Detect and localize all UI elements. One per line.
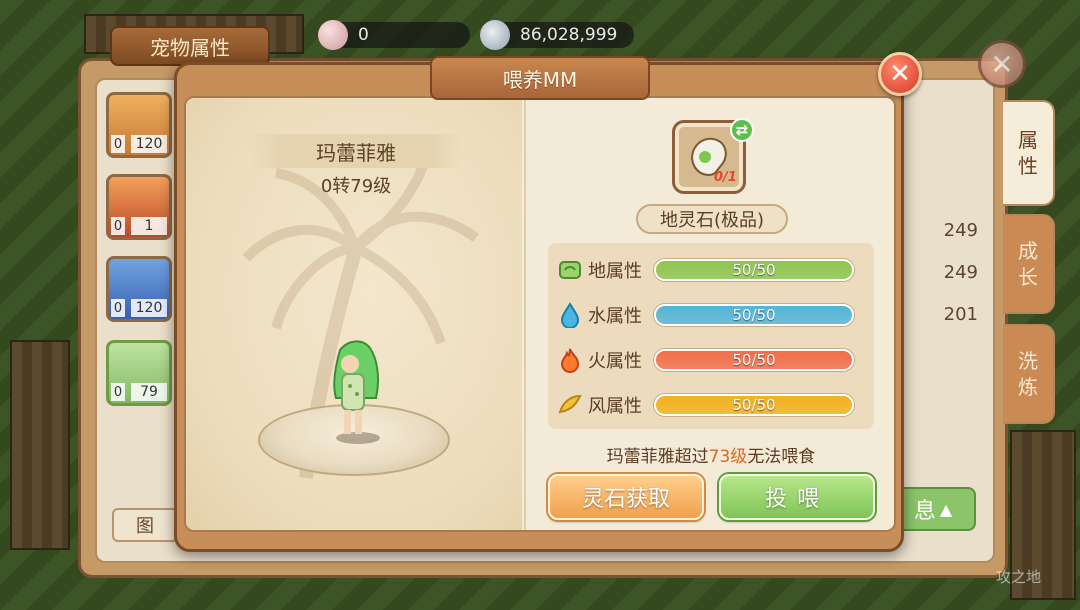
pet-slot-level: 79: [131, 383, 167, 401]
silver-amount: 86,028,999: [520, 25, 618, 45]
feed-level-warning: 玛蕾菲雅超过73级无法喂食: [548, 442, 874, 467]
tab-refine[interactable]: 洗 炼: [1003, 324, 1055, 424]
tab-attributes[interactable]: 属 性: [1003, 100, 1055, 206]
wind-icon: [556, 391, 584, 419]
attribute-row-wind: 风属性 50/50: [556, 387, 868, 423]
panel-close-button[interactable]: ✕: [978, 40, 1026, 88]
close-icon: ✕: [889, 59, 911, 89]
attribute-bar: 50/50: [654, 304, 854, 326]
wall-left: [10, 340, 70, 550]
warning-level: 73级: [708, 447, 748, 467]
tab-attributes-label: 属 性: [1018, 128, 1038, 178]
pet-slot-level: 120: [131, 299, 167, 317]
silver-coin-icon: [480, 20, 510, 50]
pearl-currency: 0: [318, 20, 470, 50]
triangle-up-icon: ▲: [939, 499, 953, 519]
pet-slot-level: 120: [131, 135, 167, 153]
dialog-close-button[interactable]: ✕: [878, 52, 922, 96]
attribute-label: 地属性: [588, 261, 642, 282]
pet-slot-3[interactable]: 0 120: [106, 256, 172, 322]
pet-slot-1[interactable]: 0 120: [106, 92, 172, 158]
attribute-value: 50/50: [732, 396, 776, 414]
fire-icon: [556, 346, 584, 374]
water-icon: [556, 301, 584, 329]
obtain-button-label: 灵石获取: [581, 487, 670, 512]
tab-growth-label: 成 长: [1018, 239, 1038, 289]
pet-slot-badge: 0: [111, 217, 125, 235]
item-name: 地灵石(极品): [636, 204, 788, 234]
pet-sprite: [333, 340, 380, 444]
stat-value: 249: [943, 262, 978, 283]
pet-slot-badge: 0: [111, 383, 125, 401]
attribute-label: 火属性: [588, 351, 642, 372]
swap-icon: ⇄: [735, 121, 749, 139]
attribute-row-earth: 地属性 50/50: [556, 252, 868, 288]
pet-level: 0转79级: [320, 176, 392, 197]
feed-button-label: 投喂: [764, 487, 829, 512]
attribute-value: 50/50: [732, 306, 776, 324]
attribute-row-fire: 火属性 50/50: [556, 342, 868, 378]
tab-growth[interactable]: 成 长: [1003, 214, 1055, 314]
feed-dialog-title: 喂养MM: [430, 56, 650, 100]
attribute-bar: 50/50: [654, 259, 854, 281]
pet-slot-level: 1: [131, 217, 167, 235]
map-button[interactable]: 图: [112, 508, 178, 542]
item-quantity: 0/1: [714, 170, 737, 185]
attribute-bar: 50/50: [654, 349, 854, 371]
silver-currency: 86,028,999: [480, 20, 634, 50]
obtain-spirit-stone-button[interactable]: 灵石获取: [548, 474, 704, 520]
map-button-label: 图: [136, 516, 154, 537]
attribute-label: 风属性: [588, 396, 642, 417]
close-icon: ✕: [990, 47, 1014, 81]
tab-refine-label: 洗 炼: [1018, 349, 1038, 399]
stat-value: 201: [943, 304, 978, 325]
watermark: 攻之地: [996, 568, 1042, 586]
info-button-label: 息: [913, 499, 936, 524]
pet-slot-badge: 0: [111, 299, 125, 317]
attribute-value: 50/50: [732, 351, 776, 369]
attribute-row-water: 水属性 50/50: [556, 297, 868, 333]
feed-button[interactable]: 投喂: [719, 474, 875, 520]
swap-item-button[interactable]: ⇄: [730, 118, 754, 142]
pet-attributes-title: 宠物属性: [110, 26, 270, 66]
pet-name: 玛蕾菲雅: [250, 134, 462, 168]
warning-suffix: 无法喂食: [747, 447, 816, 467]
pet-slot-badge: 0: [111, 135, 125, 153]
pearl-icon: [318, 20, 348, 50]
stat-value: 249: [943, 220, 978, 241]
attribute-label: 水属性: [588, 306, 642, 327]
pearl-amount: 0: [358, 25, 369, 45]
attribute-value: 50/50: [732, 261, 776, 279]
attribute-bar: 50/50: [654, 394, 854, 416]
pet-slot-4[interactable]: 0 79: [106, 340, 172, 406]
warning-prefix: 玛蕾菲雅超过: [606, 447, 709, 467]
pet-slot-2[interactable]: 0 1: [106, 174, 172, 240]
earth-icon: [556, 256, 584, 284]
